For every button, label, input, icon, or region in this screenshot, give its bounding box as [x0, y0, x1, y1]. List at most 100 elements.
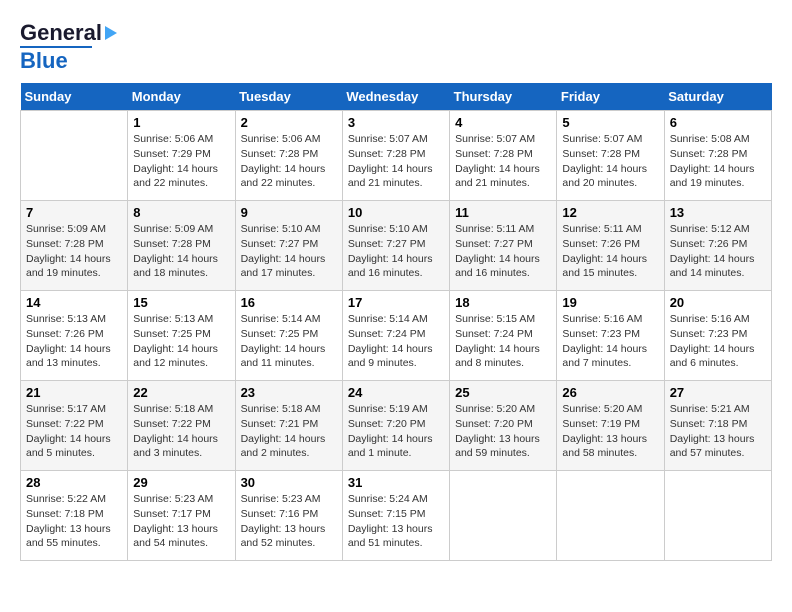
column-header-friday: Friday: [557, 83, 664, 111]
day-cell-20: 20 Sunrise: 5:16 AMSunset: 7:23 PMDayligh…: [664, 291, 771, 381]
day-number: 10: [348, 205, 444, 220]
week-row-5: 28 Sunrise: 5:22 AMSunset: 7:18 PMDayligh…: [21, 471, 772, 561]
day-info: Sunrise: 5:10 AMSunset: 7:27 PMDaylight:…: [348, 222, 444, 281]
week-row-1: 1 Sunrise: 5:06 AMSunset: 7:29 PMDaylight…: [21, 111, 772, 201]
day-number: 4: [455, 115, 551, 130]
day-info: Sunrise: 5:17 AMSunset: 7:22 PMDaylight:…: [26, 402, 122, 461]
day-number: 7: [26, 205, 122, 220]
day-info: Sunrise: 5:23 AMSunset: 7:17 PMDaylight:…: [133, 492, 229, 551]
day-info: Sunrise: 5:16 AMSunset: 7:23 PMDaylight:…: [562, 312, 658, 371]
day-number: 26: [562, 385, 658, 400]
day-info: Sunrise: 5:10 AMSunset: 7:27 PMDaylight:…: [241, 222, 337, 281]
day-info: Sunrise: 5:09 AMSunset: 7:28 PMDaylight:…: [133, 222, 229, 281]
week-row-2: 7 Sunrise: 5:09 AMSunset: 7:28 PMDaylight…: [21, 201, 772, 291]
day-info: Sunrise: 5:06 AMSunset: 7:28 PMDaylight:…: [241, 132, 337, 191]
day-info: Sunrise: 5:23 AMSunset: 7:16 PMDaylight:…: [241, 492, 337, 551]
day-cell-24: 24Sunrise: 5:19 AMSunset: 7:20 PMDayligh…: [342, 381, 449, 471]
empty-cell: [450, 471, 557, 561]
day-number: 28: [26, 475, 122, 490]
day-number: 1: [133, 115, 229, 130]
calendar-table: SundayMondayTuesdayWednesdayThursdayFrid…: [20, 83, 772, 561]
day-info: Sunrise: 5:18 AMSunset: 7:21 PMDaylight:…: [241, 402, 337, 461]
day-cell-21: 21Sunrise: 5:17 AMSunset: 7:22 PMDayligh…: [21, 381, 128, 471]
day-number: 20: [670, 295, 766, 310]
day-cell-25: 25 Sunrise: 5:20 AMSunset: 7:20 PMDayligh…: [450, 381, 557, 471]
day-info: Sunrise: 5:13 AMSunset: 7:25 PMDaylight:…: [133, 312, 229, 371]
logo-arrow-icon: [105, 26, 117, 40]
day-cell-26: 26Sunrise: 5:20 AMSunset: 7:19 PMDayligh…: [557, 381, 664, 471]
day-cell-13: 13Sunrise: 5:12 AMSunset: 7:26 PMDayligh…: [664, 201, 771, 291]
day-info: Sunrise: 5:16 AMSunset: 7:23 PMDaylight:…: [670, 312, 766, 371]
day-number: 31: [348, 475, 444, 490]
day-number: 22: [133, 385, 229, 400]
day-info: Sunrise: 5:14 AMSunset: 7:24 PMDaylight:…: [348, 312, 444, 371]
day-cell-16: 16 Sunrise: 5:14 AMSunset: 7:25 PMDayligh…: [235, 291, 342, 381]
day-info: Sunrise: 5:14 AMSunset: 7:25 PMDaylight:…: [241, 312, 337, 371]
logo-text-blue: Blue: [20, 46, 92, 73]
day-number: 18: [455, 295, 551, 310]
day-cell-27: 27Sunrise: 5:21 AMSunset: 7:18 PMDayligh…: [664, 381, 771, 471]
day-number: 9: [241, 205, 337, 220]
day-number: 16: [241, 295, 337, 310]
day-info: Sunrise: 5:09 AMSunset: 7:28 PMDaylight:…: [26, 222, 122, 281]
day-info: Sunrise: 5:07 AMSunset: 7:28 PMDaylight:…: [562, 132, 658, 191]
day-number: 29: [133, 475, 229, 490]
day-cell-23: 23 Sunrise: 5:18 AMSunset: 7:21 PMDayligh…: [235, 381, 342, 471]
day-cell-6: 6Sunrise: 5:08 AMSunset: 7:28 PMDaylight…: [664, 111, 771, 201]
day-cell-12: 12Sunrise: 5:11 AMSunset: 7:26 PMDayligh…: [557, 201, 664, 291]
page-header: General Blue: [20, 20, 772, 73]
day-number: 12: [562, 205, 658, 220]
day-number: 5: [562, 115, 658, 130]
day-info: Sunrise: 5:08 AMSunset: 7:28 PMDaylight:…: [670, 132, 766, 191]
week-row-3: 14 Sunrise: 5:13 AMSunset: 7:26 PMDayligh…: [21, 291, 772, 381]
day-cell-15: 15Sunrise: 5:13 AMSunset: 7:25 PMDayligh…: [128, 291, 235, 381]
day-info: Sunrise: 5:21 AMSunset: 7:18 PMDaylight:…: [670, 402, 766, 461]
day-number: 14: [26, 295, 122, 310]
day-info: Sunrise: 5:20 AMSunset: 7:20 PMDaylight:…: [455, 402, 551, 461]
day-number: 19: [562, 295, 658, 310]
day-cell-11: 11 Sunrise: 5:11 AMSunset: 7:27 PMDayligh…: [450, 201, 557, 291]
column-header-monday: Monday: [128, 83, 235, 111]
day-cell-31: 31 Sunrise: 5:24 AMSunset: 7:15 PMDayligh…: [342, 471, 449, 561]
day-cell-18: 18 Sunrise: 5:15 AMSunset: 7:24 PMDayligh…: [450, 291, 557, 381]
column-header-saturday: Saturday: [664, 83, 771, 111]
day-info: Sunrise: 5:22 AMSunset: 7:18 PMDaylight:…: [26, 492, 122, 551]
day-info: Sunrise: 5:18 AMSunset: 7:22 PMDaylight:…: [133, 402, 229, 461]
day-number: 23: [241, 385, 337, 400]
column-header-thursday: Thursday: [450, 83, 557, 111]
week-row-4: 21Sunrise: 5:17 AMSunset: 7:22 PMDayligh…: [21, 381, 772, 471]
day-number: 3: [348, 115, 444, 130]
day-info: Sunrise: 5:19 AMSunset: 7:20 PMDaylight:…: [348, 402, 444, 461]
day-cell-3: 3 Sunrise: 5:07 AMSunset: 7:28 PMDaylight…: [342, 111, 449, 201]
empty-cell: [557, 471, 664, 561]
day-info: Sunrise: 5:13 AMSunset: 7:26 PMDaylight:…: [26, 312, 122, 371]
day-cell-5: 5 Sunrise: 5:07 AMSunset: 7:28 PMDaylight…: [557, 111, 664, 201]
day-number: 8: [133, 205, 229, 220]
day-number: 2: [241, 115, 337, 130]
day-cell-19: 19 Sunrise: 5:16 AMSunset: 7:23 PMDayligh…: [557, 291, 664, 381]
day-cell-22: 22 Sunrise: 5:18 AMSunset: 7:22 PMDayligh…: [128, 381, 235, 471]
logo: General Blue: [20, 20, 117, 73]
day-cell-10: 10 Sunrise: 5:10 AMSunset: 7:27 PMDayligh…: [342, 201, 449, 291]
day-info: Sunrise: 5:07 AMSunset: 7:28 PMDaylight:…: [455, 132, 551, 191]
day-cell-4: 4 Sunrise: 5:07 AMSunset: 7:28 PMDaylight…: [450, 111, 557, 201]
day-info: Sunrise: 5:06 AMSunset: 7:29 PMDaylight:…: [133, 132, 229, 191]
day-info: Sunrise: 5:15 AMSunset: 7:24 PMDaylight:…: [455, 312, 551, 371]
day-number: 25: [455, 385, 551, 400]
day-info: Sunrise: 5:11 AMSunset: 7:27 PMDaylight:…: [455, 222, 551, 281]
day-info: Sunrise: 5:07 AMSunset: 7:28 PMDaylight:…: [348, 132, 444, 191]
day-cell-7: 7 Sunrise: 5:09 AMSunset: 7:28 PMDaylight…: [21, 201, 128, 291]
day-cell-1: 1 Sunrise: 5:06 AMSunset: 7:29 PMDaylight…: [128, 111, 235, 201]
day-number: 17: [348, 295, 444, 310]
day-cell-9: 9 Sunrise: 5:10 AMSunset: 7:27 PMDaylight…: [235, 201, 342, 291]
column-header-wednesday: Wednesday: [342, 83, 449, 111]
day-cell-14: 14 Sunrise: 5:13 AMSunset: 7:26 PMDayligh…: [21, 291, 128, 381]
day-number: 11: [455, 205, 551, 220]
day-cell-2: 2 Sunrise: 5:06 AMSunset: 7:28 PMDaylight…: [235, 111, 342, 201]
column-header-tuesday: Tuesday: [235, 83, 342, 111]
day-number: 13: [670, 205, 766, 220]
day-info: Sunrise: 5:24 AMSunset: 7:15 PMDaylight:…: [348, 492, 444, 551]
empty-cell: [664, 471, 771, 561]
calendar-header-row: SundayMondayTuesdayWednesdayThursdayFrid…: [21, 83, 772, 111]
day-cell-29: 29 Sunrise: 5:23 AMSunset: 7:17 PMDayligh…: [128, 471, 235, 561]
